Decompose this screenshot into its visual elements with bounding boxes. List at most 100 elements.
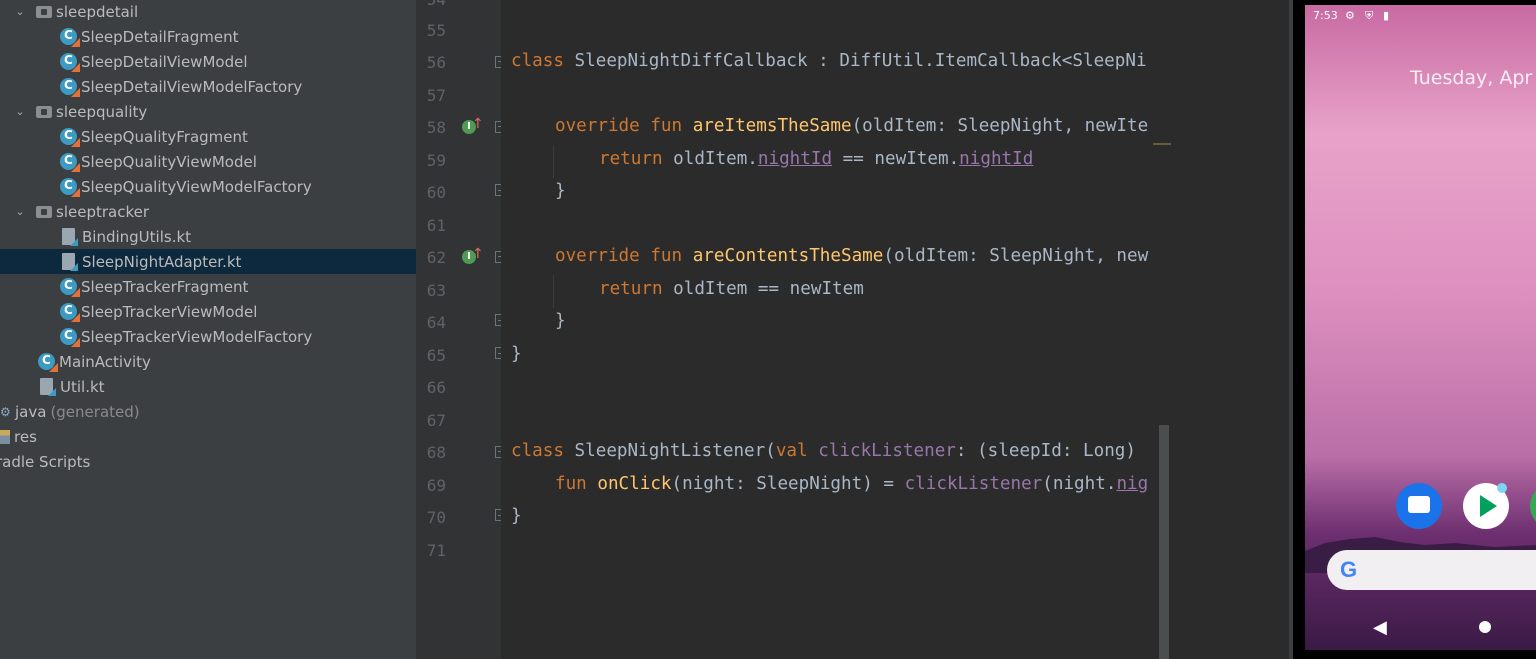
package-folder-icon (36, 105, 52, 118)
code-text: (oldItem: SleepNight, (883, 246, 1117, 266)
tree-item-label: SleepTrackerFragment (81, 277, 249, 296)
property-ref: nig (1116, 474, 1149, 494)
keyword: fun (555, 474, 587, 494)
play-triangle-icon (1480, 495, 1497, 517)
kotlin-class-icon (60, 28, 80, 47)
chevron-down-icon[interactable]: ⌄ (14, 205, 26, 218)
tree-item-label: SleepDetailFragment (81, 27, 239, 46)
tree-item-sleeptrackerviewmodelfactory[interactable]: SleepTrackerViewModelFactory (0, 324, 416, 349)
code-line-59: return oldItem.nightId == newItem.nightI… (599, 143, 1033, 176)
tree-item-label: SleepQualityViewModelFactory (81, 177, 312, 196)
status-bar: 7:53 ⚙ ⛨ ▮ (1305, 5, 1536, 27)
code-editor[interactable]: class SleepNightDiffCallback : DiffUtil.… (501, 0, 1171, 659)
tree-item-util[interactable]: Util.kt (0, 374, 416, 399)
implements-arrow-icon[interactable]: ↑ (472, 246, 484, 262)
kotlin-class-icon (60, 128, 80, 147)
code-line-62: override fun areContentsTheSame(oldItem:… (555, 240, 1148, 273)
tree-item-sleepdetailfragment[interactable]: SleepDetailFragment (0, 24, 416, 49)
line-number: 65 (426, 346, 446, 365)
tree-item-sleeptrackerviewmodel[interactable]: SleepTrackerViewModel (0, 299, 416, 324)
tree-item-sleeptracker[interactable]: ⌄ sleeptracker (0, 199, 416, 224)
property-ref: nightId (757, 149, 833, 169)
tree-item-label: SleepDetailViewModel (81, 52, 248, 71)
line-number: 71 (426, 541, 446, 560)
code-text: (night: SleepNight) = (671, 474, 905, 494)
keyword: override fun (555, 246, 683, 266)
phone-app-icon[interactable] (1530, 483, 1536, 529)
tree-item-label: res (14, 427, 37, 446)
tree-item-label: SleepQualityFragment (81, 127, 248, 146)
tree-item-sleeptrackerfragment[interactable]: SleepTrackerFragment (0, 274, 416, 299)
indent-guide (553, 145, 554, 178)
code-line-60: } (555, 181, 566, 201)
home-nav-icon[interactable] (1479, 621, 1491, 633)
kotlin-file-icon (62, 228, 78, 246)
tree-item-sleepquality[interactable]: ⌄ sleepquality (0, 99, 416, 124)
code-line-70: } (511, 506, 522, 526)
emulator-screen[interactable]: 7:53 ⚙ ⛨ ▮ Tuesday, Apr G ◀ (1305, 5, 1536, 650)
line-number: 62 (426, 248, 446, 267)
code-text: (oldItem: SleepNight, newIte (851, 116, 1149, 136)
tree-item-gradle-scripts[interactable]: radle Scripts (0, 449, 416, 474)
line-number: 63 (426, 281, 446, 300)
keyword: class (511, 51, 564, 71)
code-text: : (sleepId: Long) (955, 441, 1136, 461)
tree-item-sleepdetail[interactable]: ⌄ sleepdetail (0, 0, 416, 24)
editor-right-area (1171, 0, 1290, 659)
property-ref: nightId (959, 149, 1034, 169)
resources-folder-icon (0, 429, 10, 444)
error-stripe-marker[interactable] (1153, 143, 1171, 145)
implements-arrow-icon[interactable]: ↑ (472, 116, 484, 132)
home-date[interactable]: Tuesday, Apr (1410, 67, 1532, 89)
line-number: 56 (426, 53, 446, 72)
tree-item-sleepnightadapter[interactable]: SleepNightAdapter.kt (0, 249, 416, 274)
editor-gutter: 54 55 56 57 58 59 60 61 62 63 64 65 66 6… (416, 0, 501, 659)
keyword: return (599, 279, 663, 299)
tree-item-res[interactable]: res (0, 424, 416, 449)
tree-item-label: SleepQualityViewModel (81, 152, 257, 171)
tree-item-java-generated[interactable]: ⚙ java (generated) (0, 399, 416, 424)
back-nav-icon[interactable]: ◀ (1373, 617, 1387, 638)
google-search-bar[interactable]: G (1327, 550, 1536, 590)
keyword: override fun (555, 116, 683, 136)
tree-item-label: SleepTrackerViewModel (81, 302, 258, 321)
google-logo-icon: G (1340, 557, 1358, 582)
tree-item-label: sleeptracker (56, 202, 149, 221)
tree-item-sleepqualityviewmodel[interactable]: SleepQualityViewModel (0, 149, 416, 174)
tree-item-sleepdetailviewmodel[interactable]: SleepDetailViewModel (0, 49, 416, 74)
messages-app-icon[interactable] (1396, 483, 1442, 529)
tree-item-suffix: (generated) (50, 402, 140, 421)
line-number: 60 (426, 183, 446, 202)
line-number: 67 (426, 411, 446, 430)
code-text: SleepNightDiffCallback : DiffUtil.ItemCa… (563, 51, 1147, 71)
tree-item-sleepqualityfragment[interactable]: SleepQualityFragment (0, 124, 416, 149)
line-number: 66 (426, 378, 446, 397)
code-text: (night. (1042, 474, 1117, 494)
code-line-64: } (555, 311, 566, 331)
keyword: class (511, 441, 564, 461)
tree-item-mainactivity[interactable]: MainActivity (0, 349, 416, 374)
property-ref: clickListener (904, 474, 1043, 494)
kotlin-class-icon (60, 278, 80, 297)
chevron-down-icon[interactable]: ⌄ (14, 5, 26, 18)
tree-item-label: SleepTrackerViewModelFactory (81, 327, 313, 346)
tree-item-label: sleepdetail (56, 2, 139, 21)
notification-dot (1497, 483, 1507, 493)
line-number: 55 (426, 21, 446, 40)
tree-item-sleepqualityviewmodelfactory[interactable]: SleepQualityViewModelFactory (0, 174, 416, 199)
code-text: oldItem. (662, 149, 758, 169)
tree-item-label: radle Scripts (0, 452, 91, 471)
tree-item-bindingutils[interactable]: BindingUtils.kt (0, 224, 416, 249)
tree-item-sleepdetailviewmodelfactory[interactable]: SleepDetailViewModelFactory (0, 74, 416, 99)
line-number: 59 (426, 151, 446, 170)
chevron-down-icon[interactable]: ⌄ (14, 105, 26, 118)
kotlin-class-icon (60, 178, 80, 197)
code-text: oldItem == newItem (662, 279, 864, 299)
code-line-58: override fun areItemsTheSame(oldItem: Sl… (555, 110, 1148, 143)
kotlin-class-icon (60, 328, 80, 347)
editor-scrollbar[interactable] (1159, 425, 1169, 659)
code-line-63: return oldItem == newItem (599, 273, 864, 306)
line-number: 58 (426, 118, 446, 137)
status-time: 7:53 (1313, 9, 1338, 22)
tree-item-label: java (15, 402, 47, 421)
